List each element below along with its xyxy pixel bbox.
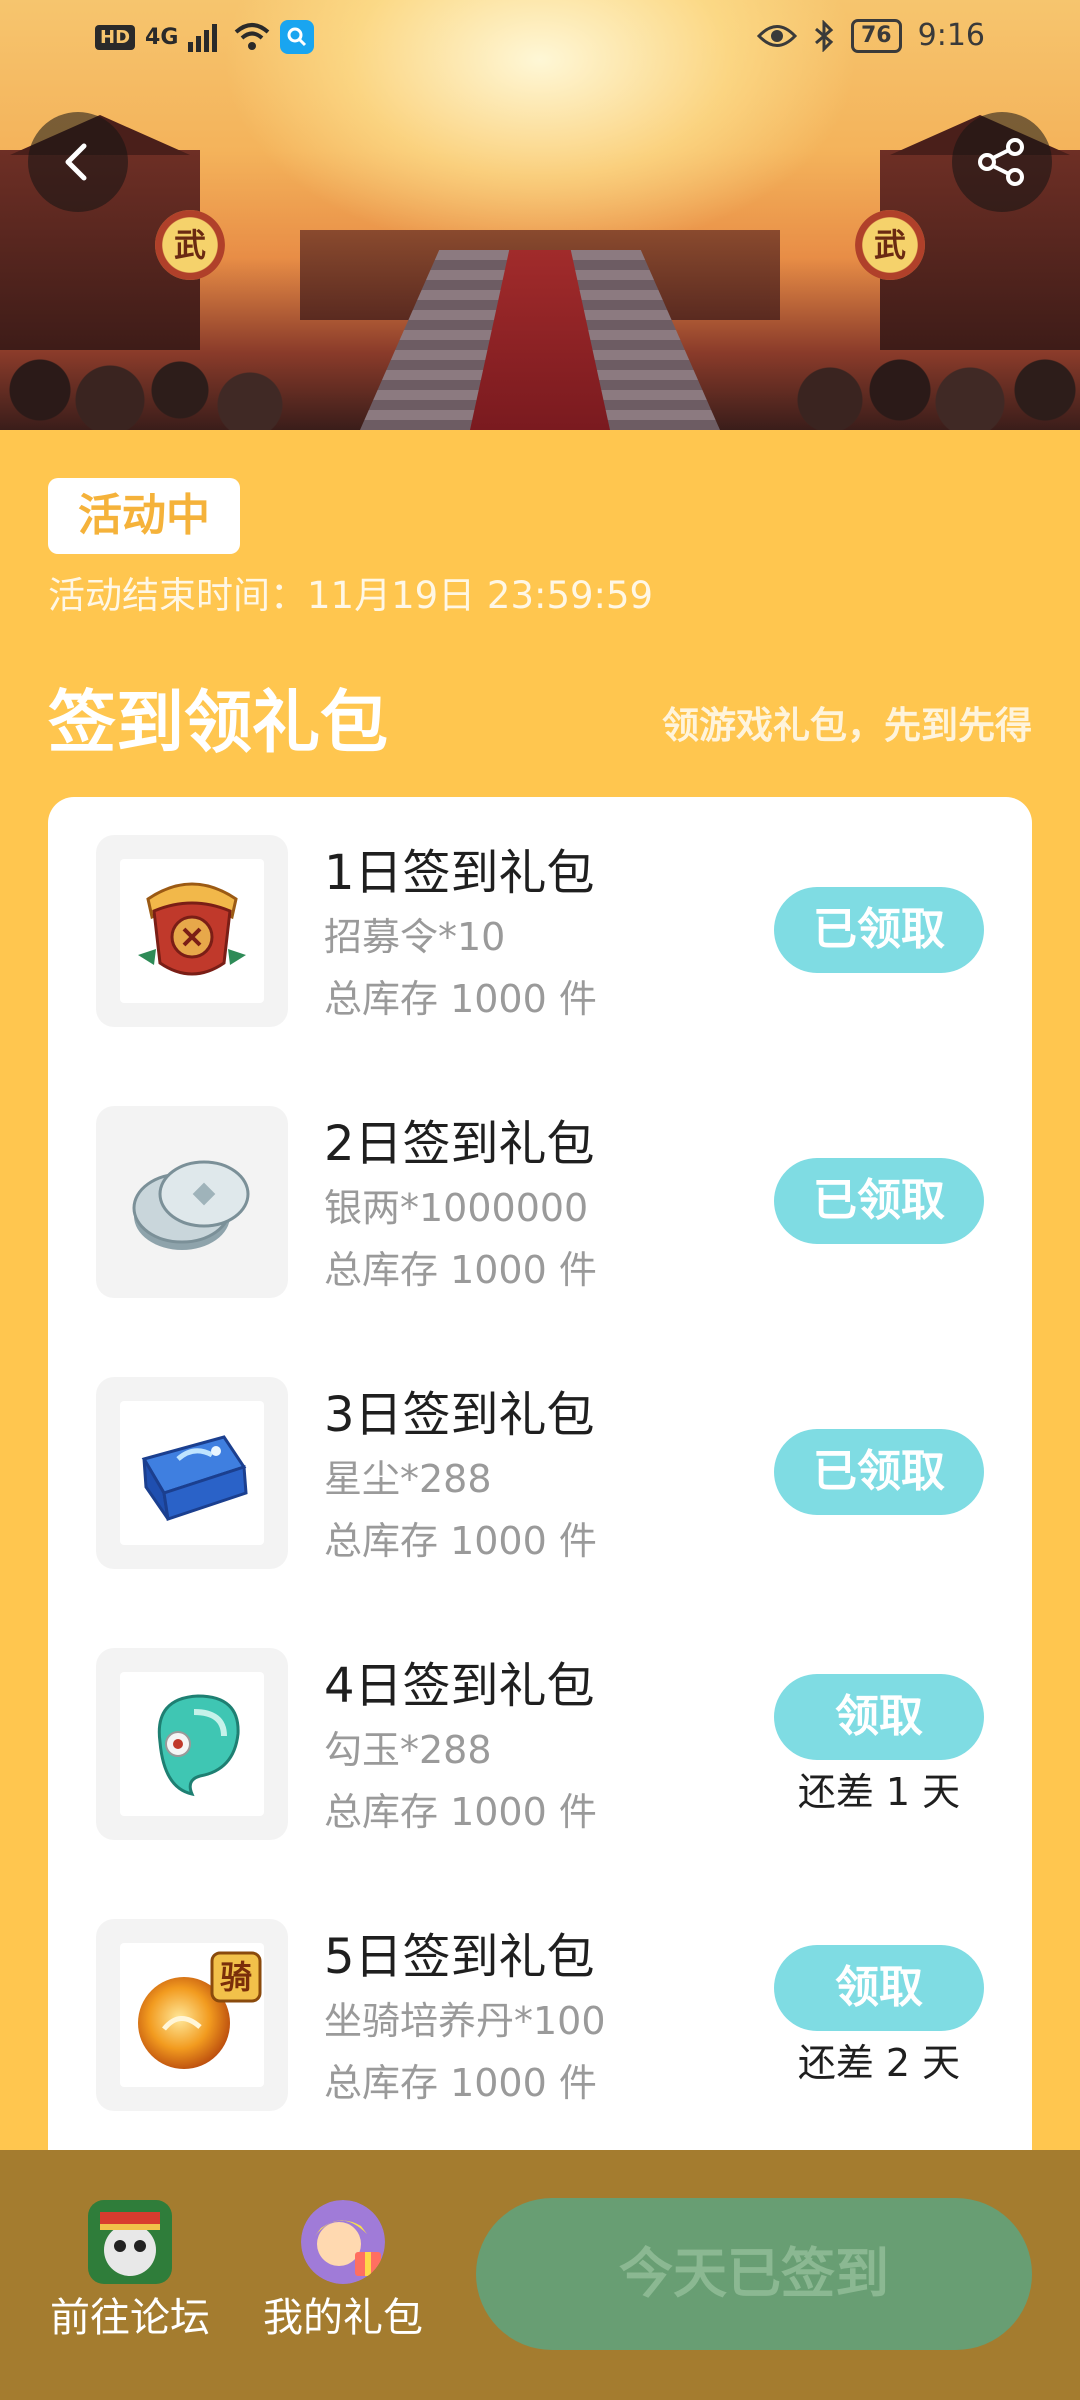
status-bar: HD 4G 76 9:16 bbox=[0, 0, 1080, 80]
gift-row: 1日签到礼包 招募令*10 总库存 1000 件 已领取 bbox=[96, 835, 984, 1030]
status-bar-left: HD 4G bbox=[95, 20, 315, 54]
gift-name: 1日签到礼包 bbox=[324, 845, 595, 901]
gift-stock: 总库存 1000 件 bbox=[324, 1790, 597, 1834]
gift-name: 4日签到礼包 bbox=[324, 1658, 595, 1714]
wifi-icon bbox=[235, 23, 270, 50]
gift-item: 招募令*10 bbox=[324, 915, 506, 959]
share-button[interactable] bbox=[952, 112, 1052, 212]
gift-list-card: 1日签到礼包 招募令*10 总库存 1000 件 已领取 2日签到礼包 银两*1… bbox=[48, 797, 1032, 2197]
forum-game-icon bbox=[88, 2200, 172, 2284]
hd-indicator: HD bbox=[95, 24, 136, 50]
bottom-action-bar: 前往论坛 我的礼包 今天已签到 bbox=[0, 2150, 1080, 2400]
bluetooth-icon bbox=[815, 19, 834, 52]
forum-label: 前往论坛 bbox=[50, 2295, 210, 2341]
gift-thumbnail bbox=[96, 1106, 288, 1298]
forum-link[interactable]: 前往论坛 bbox=[30, 2200, 230, 2346]
hero-banner: 武 武 HD 4G 76 9:16 bbox=[0, 0, 1080, 430]
search-app-icon bbox=[280, 20, 315, 54]
magatama-icon bbox=[157, 1694, 240, 1797]
clock: 9:16 bbox=[917, 18, 985, 53]
gift-item: 勾玉*288 bbox=[324, 1728, 492, 1772]
recruit-token-icon bbox=[138, 882, 246, 976]
mount-badge-text: 骑 bbox=[220, 1958, 252, 1996]
mount-pill-icon: 骑 bbox=[138, 1951, 262, 2069]
network-indicator: 4G bbox=[145, 24, 179, 50]
gift-row: 2日签到礼包 银两*1000000 总库存 1000 件 已领取 bbox=[96, 1106, 984, 1301]
activity-status-badge: 活动中 bbox=[48, 478, 240, 554]
claimed-button[interactable]: 已领取 bbox=[774, 1429, 984, 1515]
gift-name: 2日签到礼包 bbox=[324, 1116, 595, 1172]
gift-stock: 总库存 1000 件 bbox=[324, 1248, 597, 1292]
signed-in-today-button[interactable]: 今天已签到 bbox=[476, 2198, 1032, 2350]
gift-row: 3日签到礼包 星尘*288 总库存 1000 件 已领取 bbox=[96, 1377, 984, 1572]
gift-stock: 总库存 1000 件 bbox=[324, 2061, 597, 2105]
banner-right: 武 bbox=[855, 210, 925, 280]
section-title: 签到领礼包 bbox=[48, 684, 389, 763]
gift-thumbnail bbox=[96, 1648, 288, 1840]
claim-button[interactable]: 领取 bbox=[774, 1674, 984, 1760]
claim-button[interactable]: 领取 bbox=[774, 1945, 984, 2031]
back-button[interactable] bbox=[28, 112, 128, 212]
status-bar-right: 76 9:16 bbox=[757, 18, 985, 53]
section-subtitle: 领游戏礼包，先到先得 bbox=[662, 704, 1032, 747]
gift-name: 3日签到礼包 bbox=[324, 1387, 595, 1443]
silver-coin-icon bbox=[132, 1160, 250, 1250]
claimed-button[interactable]: 已领取 bbox=[774, 1158, 984, 1244]
days-remaining-note: 还差 2 天 bbox=[797, 2041, 961, 2085]
gift-bag-icon bbox=[301, 2200, 385, 2284]
gift-row: 骑 5日签到礼包 坐骑培养丹*100 总库存 1000 件 领取 还差 2 天 bbox=[96, 1919, 984, 2114]
claimed-button[interactable]: 已领取 bbox=[774, 887, 984, 973]
my-gifts-label: 我的礼包 bbox=[263, 2295, 423, 2341]
gift-row: 4日签到礼包 勾玉*288 总库存 1000 件 领取 还差 1 天 bbox=[96, 1648, 984, 1843]
battery-indicator: 76 bbox=[851, 18, 902, 53]
gift-item: 星尘*288 bbox=[324, 1457, 492, 1501]
gift-thumbnail bbox=[96, 835, 288, 1027]
share-icon bbox=[978, 138, 1024, 186]
my-gifts-link[interactable]: 我的礼包 bbox=[243, 2200, 443, 2346]
gift-item: 坐骑培养丹*100 bbox=[324, 1999, 606, 2043]
signal-icon bbox=[188, 24, 218, 52]
gift-item: 银两*1000000 bbox=[324, 1186, 589, 1230]
gift-name: 5日签到礼包 bbox=[324, 1929, 595, 1985]
stardust-chest-icon bbox=[141, 1435, 248, 1521]
activity-end-time: 活动结束时间：11月19日 23:59:59 bbox=[48, 574, 654, 617]
chevron-left-icon bbox=[65, 143, 87, 181]
days-remaining-note: 还差 1 天 bbox=[797, 1770, 961, 1814]
gift-stock: 总库存 1000 件 bbox=[324, 1519, 597, 1563]
eye-icon bbox=[757, 24, 797, 47]
gift-thumbnail bbox=[96, 1377, 288, 1569]
crowd bbox=[0, 330, 1080, 430]
gift-stock: 总库存 1000 件 bbox=[324, 977, 597, 1021]
banner-left: 武 bbox=[155, 210, 225, 280]
gift-thumbnail: 骑 bbox=[96, 1919, 288, 2111]
